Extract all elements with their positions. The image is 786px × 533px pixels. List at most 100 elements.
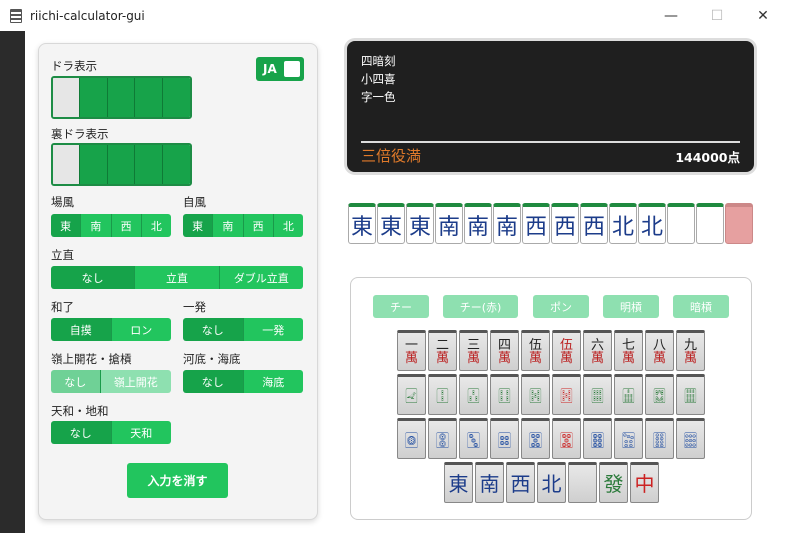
- dora-slot[interactable]: [135, 78, 163, 117]
- souzu-tile[interactable]: 🀐: [397, 374, 426, 415]
- honor-tile-east[interactable]: 東: [444, 462, 473, 503]
- maximize-button[interactable]: ☐: [694, 0, 740, 31]
- ura-dora-slot[interactable]: [107, 145, 136, 184]
- clear-input-button[interactable]: 入力を消す: [127, 463, 228, 498]
- haitei-selector[interactable]: なし 海底: [183, 370, 303, 393]
- souzu-tile[interactable]: 🀓: [490, 374, 519, 415]
- riichi-selector[interactable]: なし 立直 ダブル立直: [51, 266, 303, 289]
- honor-tile-green[interactable]: 發: [599, 462, 628, 503]
- red-souzu-tile[interactable]: 🀔: [552, 374, 581, 415]
- honor-tile-white[interactable]: [568, 462, 597, 503]
- hand-tile[interactable]: 南: [435, 203, 463, 244]
- pinzu-tile[interactable]: 🀡: [676, 418, 705, 459]
- ura-dora-indicator-slots[interactable]: [51, 143, 192, 186]
- hand-tile[interactable]: 東: [406, 203, 434, 244]
- red-pinzu-tile[interactable]: 🀝: [552, 418, 581, 459]
- manzu-tile[interactable]: 三萬: [459, 330, 488, 371]
- ippatsu-option[interactable]: 一発: [243, 318, 303, 341]
- pinzu-tile[interactable]: 🀞: [583, 418, 612, 459]
- rinshan-selector[interactable]: なし 嶺上開花: [51, 370, 171, 393]
- souzu-tile[interactable]: 🀕: [583, 374, 612, 415]
- hand-tile[interactable]: 西: [551, 203, 579, 244]
- manzu-tile[interactable]: 六萬: [583, 330, 612, 371]
- hand-tile[interactable]: 北: [638, 203, 666, 244]
- round-wind-north[interactable]: 北: [141, 214, 171, 237]
- dora-slot[interactable]: [80, 78, 108, 117]
- tenhou-selector[interactable]: なし 天和: [51, 421, 171, 444]
- ura-dora-slot[interactable]: [162, 145, 190, 184]
- haitei-option[interactable]: 海底: [243, 370, 303, 393]
- ron-option[interactable]: ロン: [111, 318, 171, 341]
- honor-tile-north[interactable]: 北: [537, 462, 566, 503]
- minimize-button[interactable]: —: [648, 0, 694, 31]
- honor-tile-red[interactable]: 中: [630, 462, 659, 503]
- souzu-tile[interactable]: 🀗: [645, 374, 674, 415]
- language-toggle[interactable]: JA: [256, 57, 304, 81]
- red-manzu-tile[interactable]: 伍萬: [552, 330, 581, 371]
- tsumo-option[interactable]: 自摸: [51, 318, 112, 341]
- hand-tile[interactable]: 東: [377, 203, 405, 244]
- tenhou-option[interactable]: 天和: [111, 421, 171, 444]
- pinzu-tile[interactable]: 🀛: [459, 418, 488, 459]
- hand-tile[interactable]: 西: [522, 203, 550, 244]
- minkan-button[interactable]: 明槓: [603, 295, 659, 318]
- manzu-tile[interactable]: 九萬: [676, 330, 705, 371]
- souzu-tile[interactable]: 🀔: [521, 374, 550, 415]
- dora-slot[interactable]: [107, 78, 136, 117]
- rinshan-option[interactable]: 嶺上開花: [100, 370, 171, 393]
- ura-dora-slot[interactable]: [53, 145, 81, 184]
- empty-hand-slot[interactable]: [696, 203, 724, 244]
- manzu-tile[interactable]: 七萬: [614, 330, 643, 371]
- hand-tile[interactable]: 西: [580, 203, 608, 244]
- dora-slot[interactable]: [162, 78, 190, 117]
- agari-selector[interactable]: 自摸 ロン: [51, 318, 171, 341]
- pinzu-tile[interactable]: 🀝: [521, 418, 550, 459]
- ankan-button[interactable]: 暗槓: [673, 295, 729, 318]
- pinzu-tile[interactable]: 🀟: [614, 418, 643, 459]
- pinzu-tile[interactable]: 🀠: [645, 418, 674, 459]
- haitei-none[interactable]: なし: [183, 370, 244, 393]
- dora-slot[interactable]: [53, 78, 81, 117]
- seat-wind-north[interactable]: 北: [273, 214, 303, 237]
- ura-dora-slot[interactable]: [135, 145, 163, 184]
- seat-wind-west[interactable]: 西: [243, 214, 274, 237]
- manzu-tile[interactable]: 八萬: [645, 330, 674, 371]
- round-wind-selector[interactable]: 東南西北: [51, 214, 171, 237]
- hand-tile[interactable]: 南: [493, 203, 521, 244]
- rinshan-none[interactable]: なし: [51, 370, 101, 393]
- close-button[interactable]: ✕: [740, 0, 786, 31]
- souzu-tile[interactable]: 🀘: [676, 374, 705, 415]
- hand-tile[interactable]: 南: [464, 203, 492, 244]
- dora-indicator-slots[interactable]: [51, 76, 192, 119]
- pon-button[interactable]: ポン: [533, 295, 589, 318]
- round-wind-east[interactable]: 東: [51, 214, 82, 237]
- hand-tile[interactable]: 東: [348, 203, 376, 244]
- seat-wind-south[interactable]: 南: [213, 214, 244, 237]
- tenhou-none[interactable]: なし: [51, 421, 112, 444]
- manzu-tile[interactable]: 四萬: [490, 330, 519, 371]
- chi-red-button[interactable]: チー(赤): [443, 295, 518, 318]
- chi-button[interactable]: チー: [373, 295, 429, 318]
- language-checkbox[interactable]: [284, 61, 300, 77]
- manzu-tile[interactable]: 伍萬: [521, 330, 550, 371]
- seat-wind-selector[interactable]: 東南西北: [183, 214, 303, 237]
- winning-tile-slot[interactable]: [725, 203, 753, 244]
- pinzu-tile[interactable]: 🀜: [490, 418, 519, 459]
- souzu-tile[interactable]: 🀒: [459, 374, 488, 415]
- riichi-none[interactable]: なし: [51, 266, 136, 289]
- riichi-option[interactable]: 立直: [135, 266, 220, 289]
- pinzu-tile[interactable]: 🀚: [428, 418, 457, 459]
- empty-hand-slot[interactable]: [667, 203, 695, 244]
- round-wind-west[interactable]: 西: [111, 214, 142, 237]
- honor-tile-south[interactable]: 南: [475, 462, 504, 503]
- manzu-tile[interactable]: 二萬: [428, 330, 457, 371]
- round-wind-south[interactable]: 南: [81, 214, 112, 237]
- ippatsu-none[interactable]: なし: [183, 318, 244, 341]
- honor-tile-west[interactable]: 西: [506, 462, 535, 503]
- souzu-tile[interactable]: 🀖: [614, 374, 643, 415]
- ippatsu-selector[interactable]: なし 一発: [183, 318, 303, 341]
- souzu-tile[interactable]: 🀑: [428, 374, 457, 415]
- manzu-tile[interactable]: 一萬: [397, 330, 426, 371]
- pinzu-tile[interactable]: 🀙: [397, 418, 426, 459]
- double-riichi-option[interactable]: ダブル立直: [219, 266, 303, 289]
